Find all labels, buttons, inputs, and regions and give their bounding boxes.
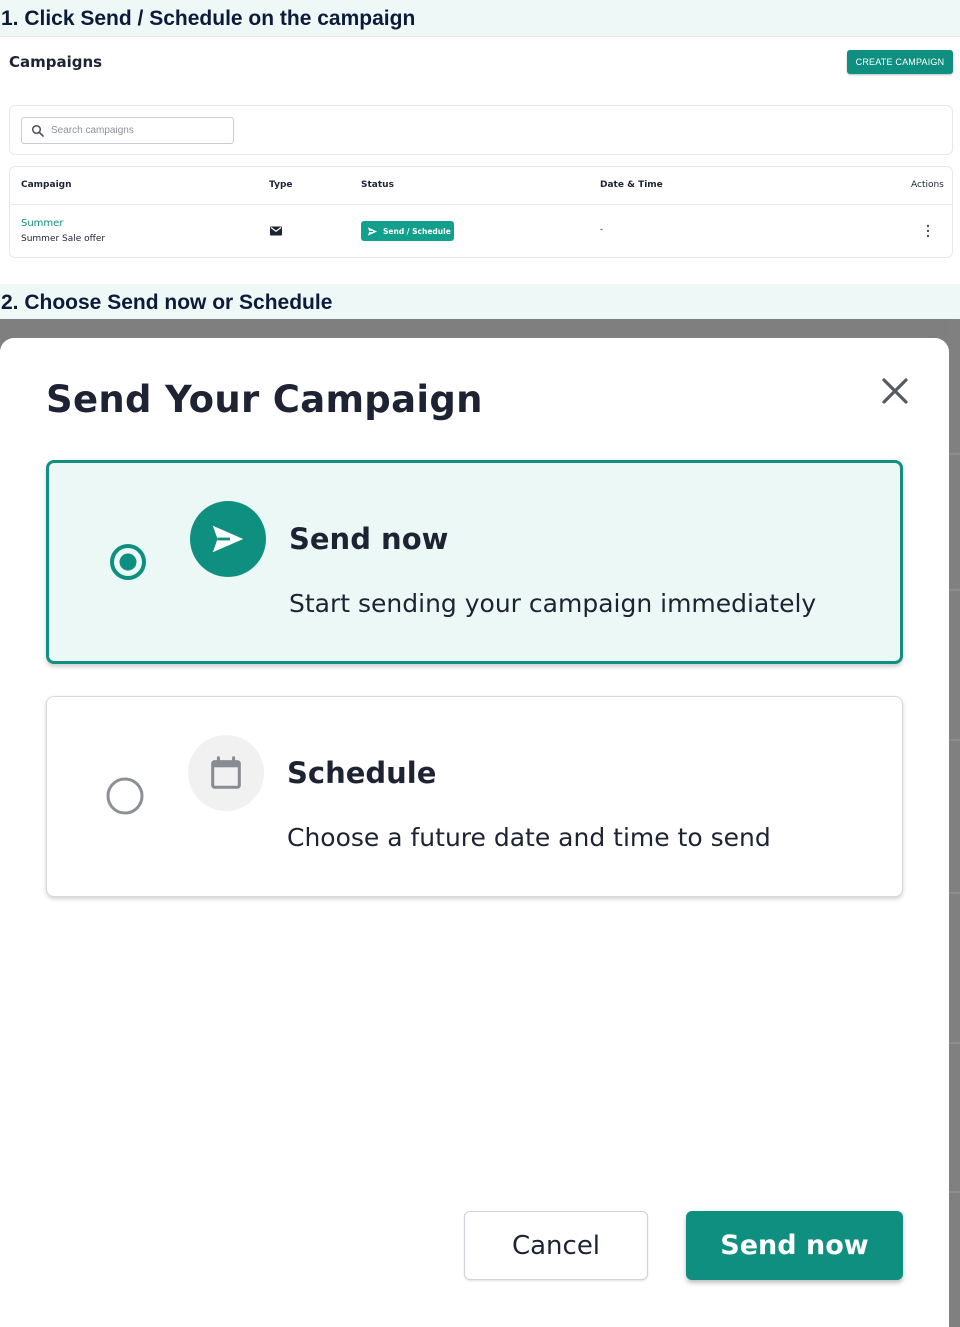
- close-icon: [882, 378, 908, 404]
- kebab-menu-icon[interactable]: [924, 223, 932, 239]
- option-schedule[interactable]: Schedule Choose a future date and time t…: [46, 696, 903, 897]
- column-status: Status: [361, 180, 394, 190]
- calendar-icon: [188, 735, 264, 811]
- step-1-heading: 1. Click Send / Schedule on the campaign: [0, 0, 960, 37]
- date-time-cell: -: [600, 224, 603, 234]
- campaigns-screenshot: Campaigns CREATE CAMPAIGN Campaign Type …: [0, 37, 960, 284]
- send-campaign-modal: Send Your Campaign Send now Start sendin…: [0, 338, 949, 1327]
- send-schedule-button[interactable]: Send / Schedule: [361, 221, 454, 241]
- envelope-icon: [270, 226, 282, 236]
- campaigns-table: Campaign Type Status Date & Time Actions…: [9, 166, 953, 258]
- search-icon: [31, 124, 44, 137]
- radio-selected[interactable]: [108, 542, 148, 582]
- option-description: Start sending your campaign immediately: [289, 589, 817, 618]
- option-title: Schedule: [287, 756, 437, 790]
- page-title: Campaigns: [9, 53, 103, 71]
- paper-plane-icon: [367, 226, 378, 236]
- close-button[interactable]: [878, 374, 912, 408]
- radio-unselected[interactable]: [105, 776, 145, 816]
- column-actions: Actions: [911, 180, 944, 190]
- table-header: Campaign Type Status Date & Time Actions: [10, 167, 952, 205]
- search-input[interactable]: [51, 121, 229, 140]
- campaign-description: Summer Sale offer: [21, 234, 106, 244]
- send-now-button[interactable]: Send now: [686, 1211, 903, 1280]
- create-campaign-button[interactable]: CREATE CAMPAIGN: [847, 50, 953, 74]
- option-title: Send now: [289, 522, 449, 556]
- search-box[interactable]: [21, 117, 234, 144]
- modal-title: Send Your Campaign: [46, 378, 483, 421]
- step-2-heading: 2. Choose Send now or Schedule: [0, 284, 960, 319]
- cancel-button[interactable]: Cancel: [464, 1211, 648, 1280]
- option-description: Choose a future date and time to send: [287, 823, 771, 852]
- paper-plane-icon: [190, 501, 266, 577]
- search-card: [9, 105, 953, 155]
- option-send-now[interactable]: Send now Start sending your campaign imm…: [46, 460, 903, 664]
- column-type: Type: [269, 180, 293, 190]
- table-row: Summer Summer Sale offer Send / Schedule…: [10, 206, 952, 257]
- column-campaign: Campaign: [21, 180, 72, 190]
- background-page-edge: [948, 319, 960, 1327]
- column-date-time: Date & Time: [600, 180, 663, 190]
- campaign-name-link[interactable]: Summer: [21, 218, 63, 229]
- send-schedule-label: Send / Schedule: [383, 226, 451, 236]
